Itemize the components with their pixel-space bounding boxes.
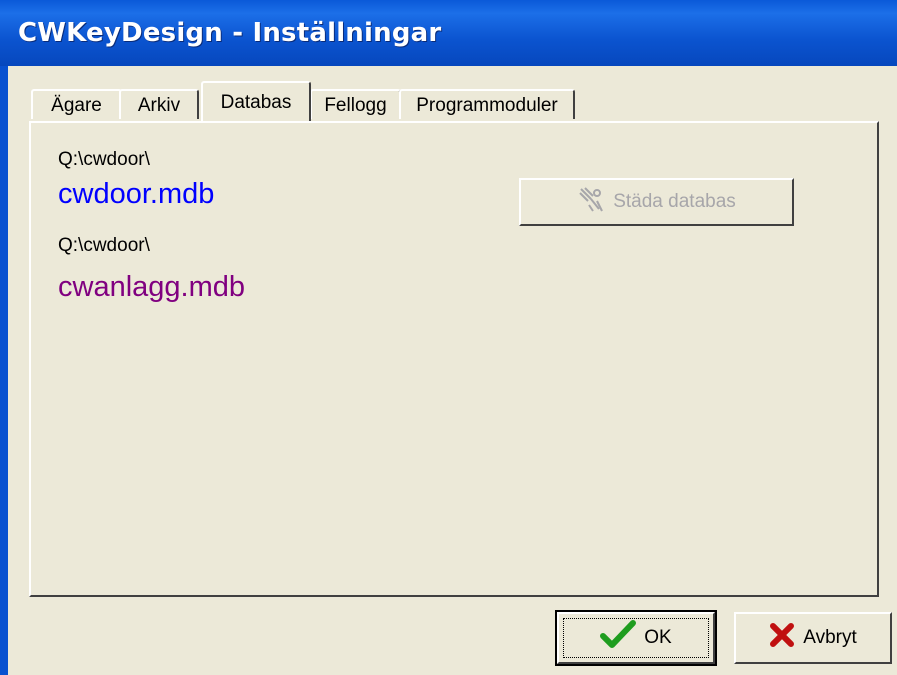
db1-filename: cwdoor.mdb (58, 178, 215, 210)
focus-rectangle (563, 618, 709, 658)
x-icon (769, 622, 795, 654)
tab-databas[interactable]: Databas (201, 81, 311, 121)
db2-path: Q:\cwdoor\ (58, 235, 150, 256)
title-bar[interactable]: CWKeyDesign - Inställningar (0, 0, 897, 66)
db2-filename: cwanlagg.mdb (58, 271, 245, 303)
tab-label: Ägare (51, 95, 102, 116)
tab-panel-databas: Q:\cwdoor\ cwdoor.mdb Q:\cwdoor\ cwanlag… (29, 121, 879, 597)
ok-button[interactable]: OK (555, 610, 717, 666)
tab-label: Fellogg (324, 95, 387, 116)
tab-label: Programmoduler (416, 95, 558, 116)
db1-path: Q:\cwdoor\ (58, 149, 150, 170)
tab-agare[interactable]: Ägare (31, 89, 122, 119)
tab-label: Arkiv (137, 95, 181, 116)
tab-label: Databas (220, 92, 292, 113)
cancel-button[interactable]: Avbryt (734, 612, 892, 664)
tab-arkiv[interactable]: Arkiv (119, 89, 199, 119)
clean-database-label: Städa databas (613, 191, 736, 212)
cancel-label: Avbryt (803, 627, 857, 648)
window-border (0, 66, 8, 675)
window-title: CWKeyDesign - Inställningar (18, 18, 442, 48)
broom-tools-icon (577, 185, 605, 219)
tab-fellogg[interactable]: Fellogg (310, 89, 401, 119)
tab-programmoduler[interactable]: Programmoduler (399, 89, 575, 119)
clean-database-button[interactable]: Städa databas (519, 178, 794, 226)
